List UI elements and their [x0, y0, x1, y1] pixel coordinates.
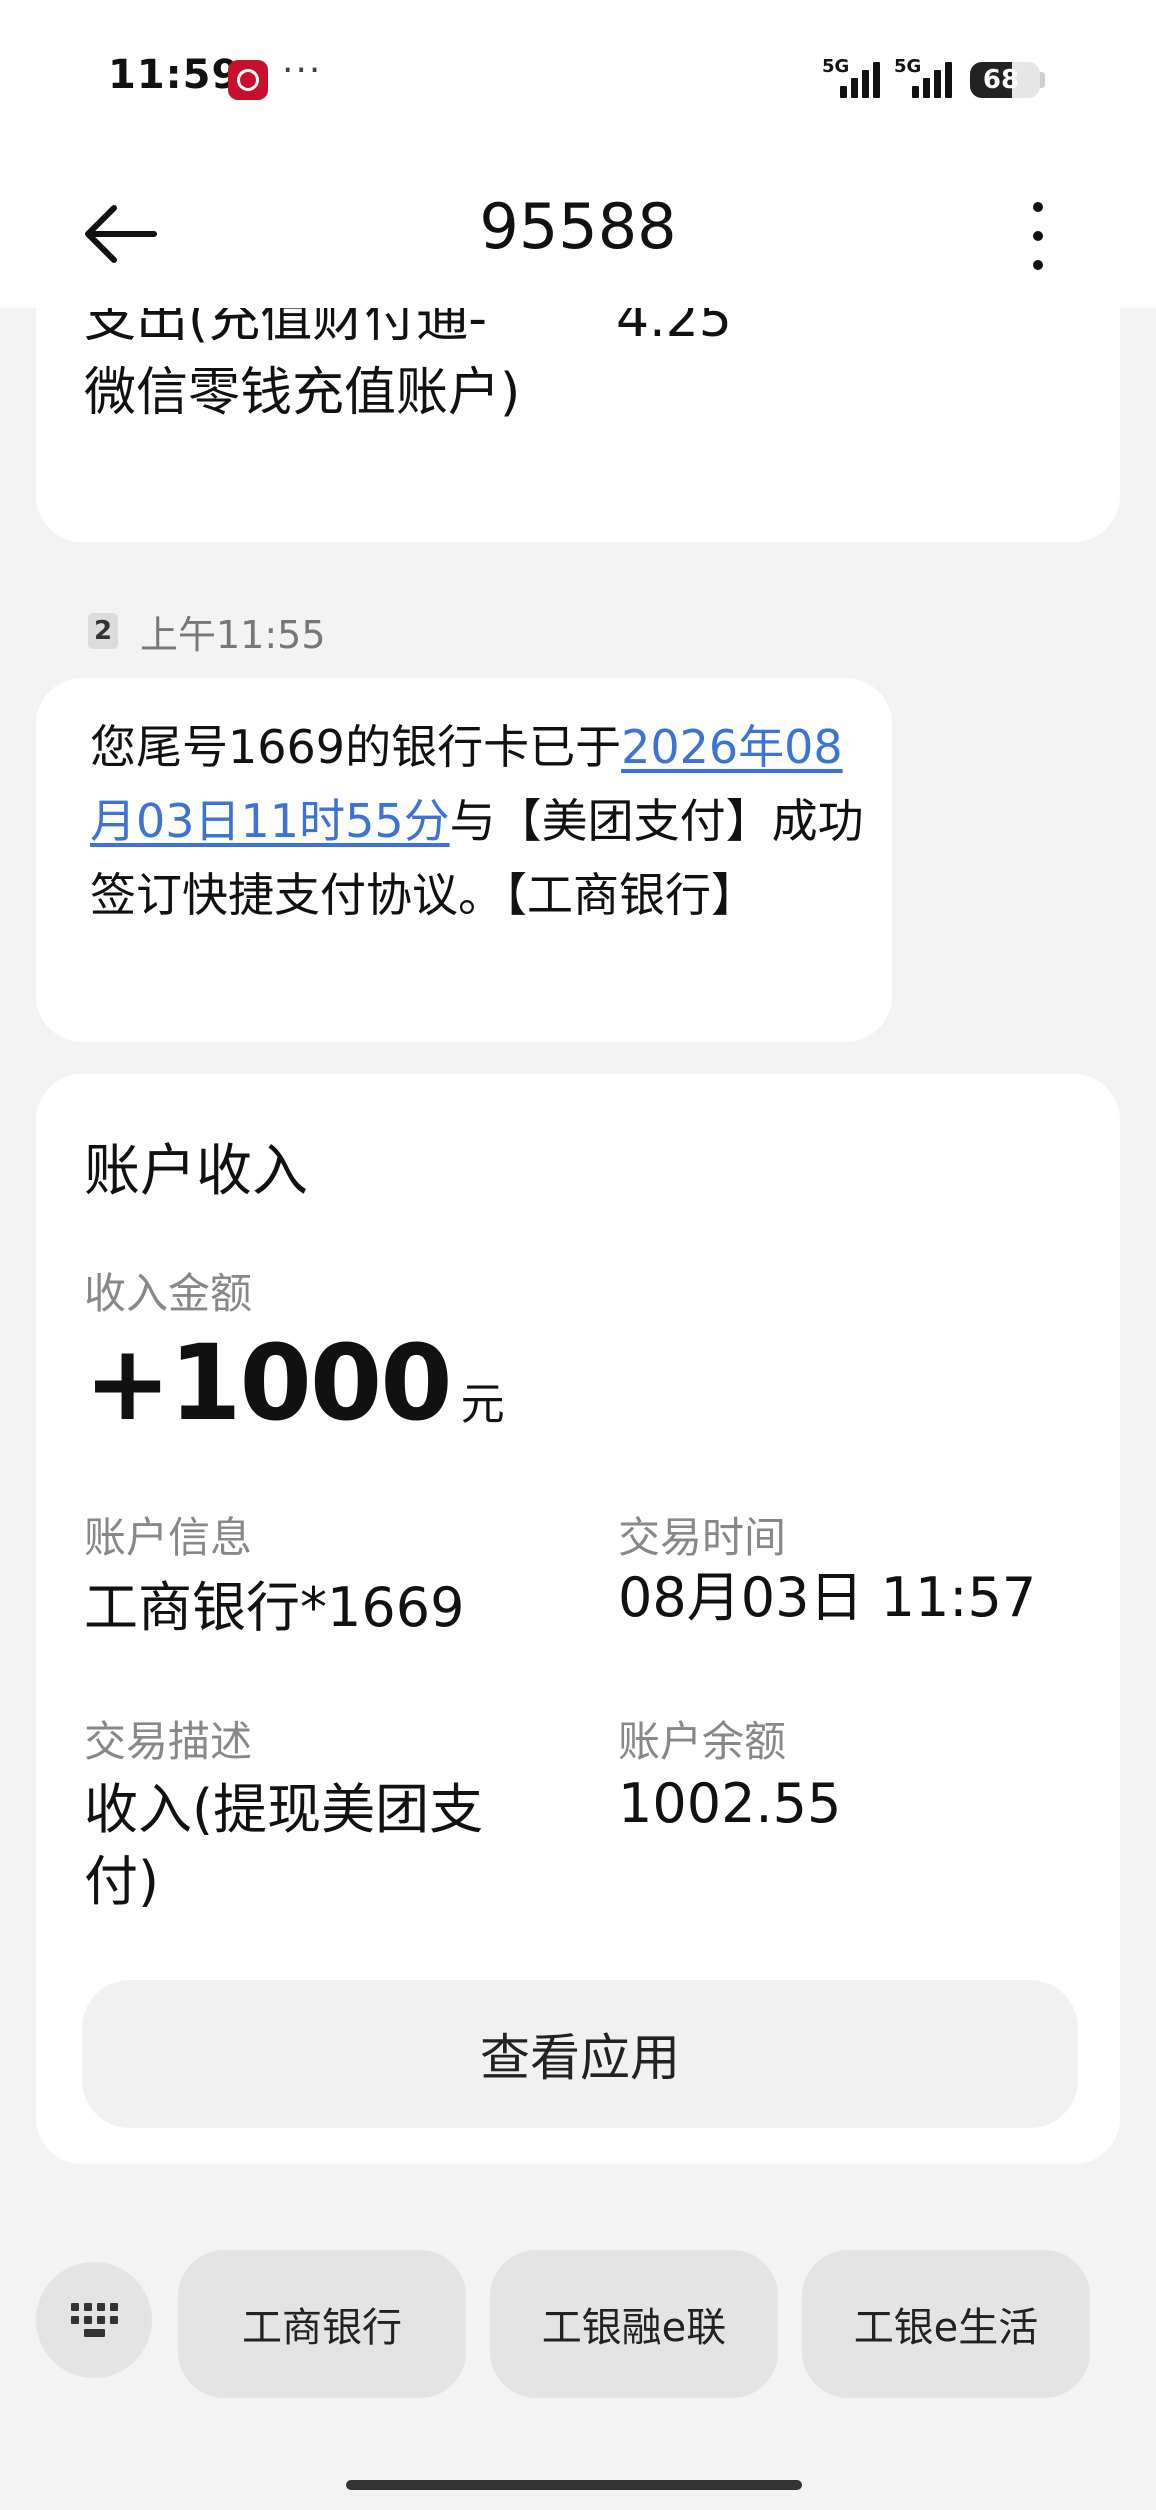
more-options-icon[interactable] [1020, 196, 1056, 276]
home-indicator[interactable] [346, 2480, 802, 2490]
sim-card-icon: 2 [88, 613, 118, 649]
account-info-value: 工商银行*1669 [84, 1576, 465, 1639]
battery-icon: 68 [970, 62, 1040, 98]
signal-5g-icon: 5G [822, 56, 896, 102]
account-income-card: 账户收入 收入金额 +1000 元 账户信息 工商银行*1669 交易时间 08月… [36, 1074, 1120, 2164]
card-title: 账户收入 [84, 1139, 308, 1204]
message-bubble[interactable]: 您尾号1669的银行卡已于2026年08月03日11时55分与【美团支付】成功签… [36, 678, 892, 1042]
transaction-desc-label: 交易描述 [84, 1717, 253, 1766]
status-time: 11:59 [108, 52, 241, 98]
conversation-title: 95588 [479, 190, 677, 263]
balance-value: 1002.55 [618, 1772, 842, 1835]
message-text-before: 您尾号1669的银行卡已于 [90, 720, 622, 774]
transaction-desc-value: 收入(提现美团支付) [84, 1778, 484, 1913]
battery-percent: 68 [982, 65, 1020, 95]
status-bar: 11:59 ··· 5G 5G 68 [0, 0, 1156, 160]
keyboard-icon[interactable] [36, 2262, 152, 2378]
quick-menu-bar: 工商银行 工银融e联 工银e生活 [0, 2224, 1156, 2398]
transaction-time-label: 交易时间 [618, 1513, 787, 1562]
message-meta: 2 上午11:55 [88, 606, 326, 657]
message-text: 您尾号1669的银行卡已于2026年08月03日11时55分与【美团支付】成功签… [90, 710, 870, 932]
signal-5g-icon-2: 5G [894, 56, 968, 102]
icbc-notification-icon [228, 60, 268, 100]
transaction-time-value: 08月03日 11:57 [618, 1566, 1037, 1629]
income-amount: +1000 元 [84, 1322, 505, 1444]
balance-label: 账户余额 [618, 1717, 787, 1766]
income-amount-value: +1000 [84, 1322, 453, 1444]
message-time: 上午11:55 [140, 612, 326, 657]
amount-label: 收入金额 [84, 1269, 253, 1318]
view-app-button[interactable]: 查看应用 [82, 1980, 1078, 2128]
account-info-label: 账户信息 [84, 1513, 253, 1562]
quick-menu-e-life[interactable]: 工银e生活 [802, 2250, 1090, 2398]
income-amount-unit: 元 [460, 1379, 505, 1430]
quick-menu-rong-e-lian[interactable]: 工银融e联 [490, 2250, 778, 2398]
battery-cap [1040, 72, 1045, 88]
more-notifications-icon: ··· [282, 50, 323, 91]
quick-menu-icbc[interactable]: 工商银行 [178, 2250, 466, 2398]
conversation-header: 95588 [0, 160, 1156, 308]
